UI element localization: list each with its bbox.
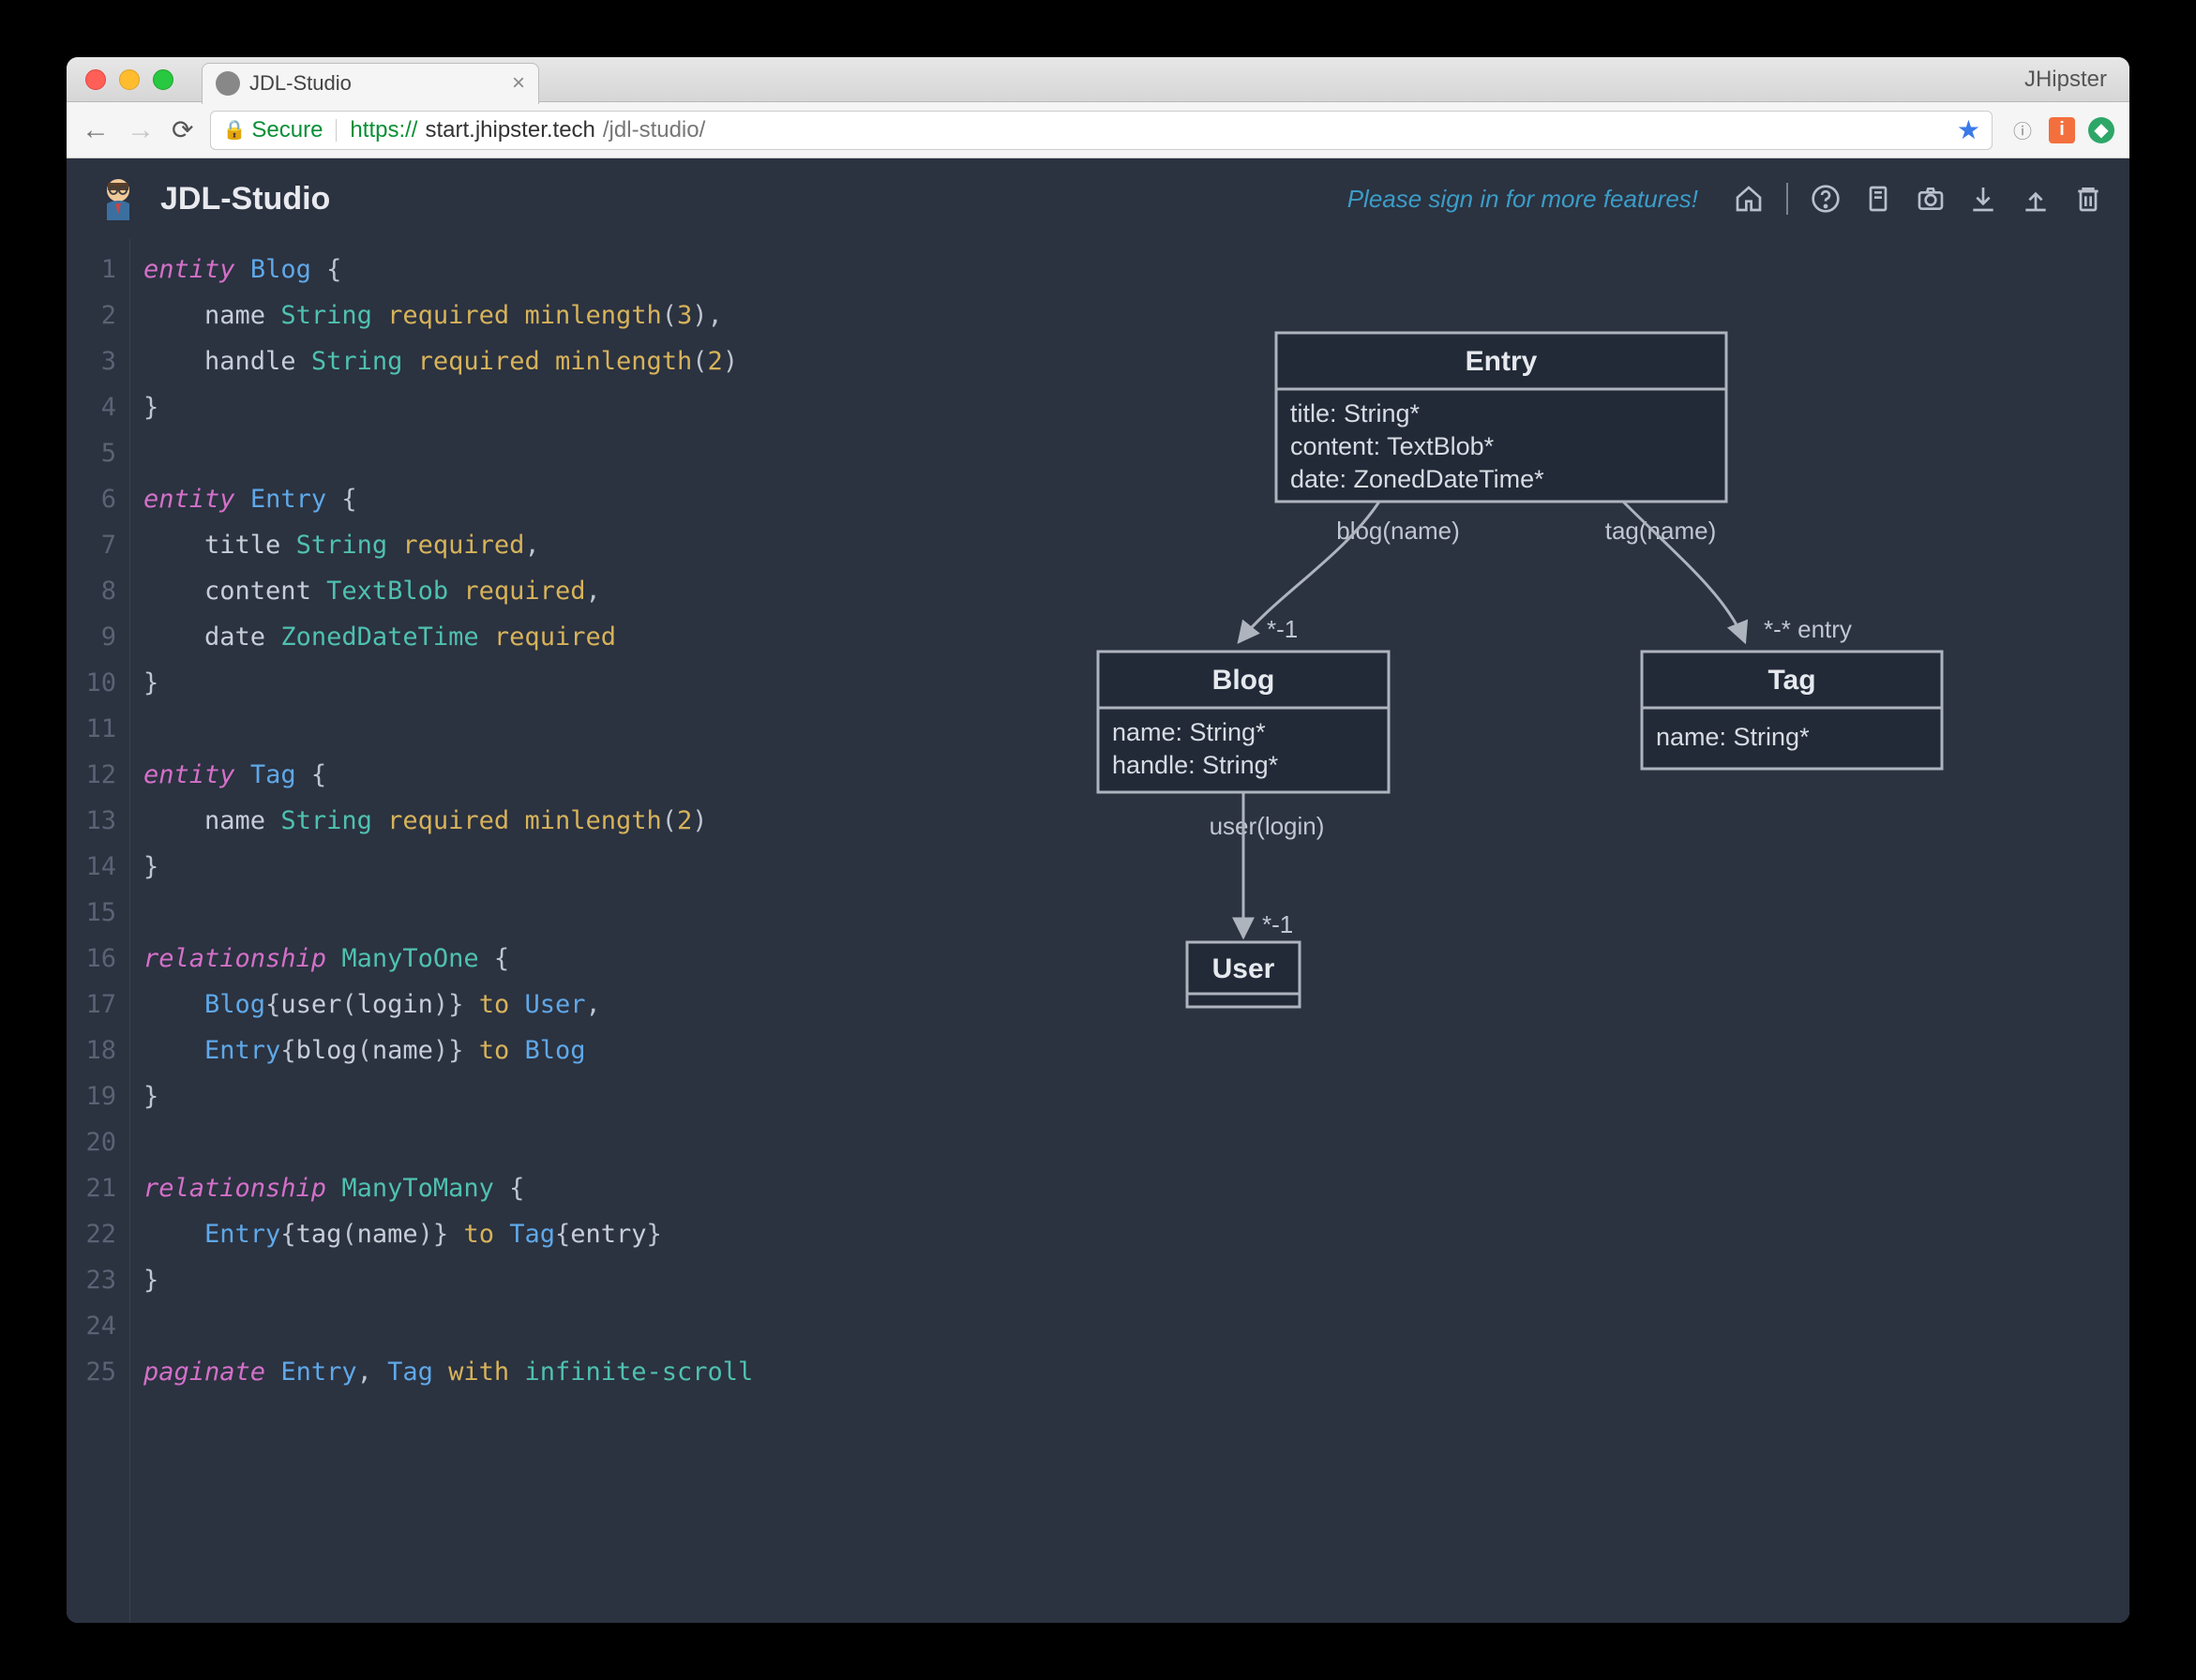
code-editor[interactable]: 1234567891011121314151617181920212223242…	[67, 239, 1004, 1623]
code-line[interactable]	[143, 706, 1004, 752]
tab-title: JDL-Studio	[249, 71, 503, 96]
help-icon[interactable]	[1811, 184, 1841, 214]
code-line[interactable]: }	[143, 660, 1004, 706]
extension-adblock-icon[interactable]: ◆	[2088, 117, 2114, 143]
app-content: 1234567891011121314151617181920212223242…	[67, 239, 2129, 1623]
signin-link[interactable]: Please sign in for more features!	[1347, 185, 1698, 214]
titlebar: JDL-Studio × JHipster	[67, 57, 2129, 102]
url-host: start.jhipster.tech	[425, 117, 594, 143]
line-gutter: 1234567891011121314151617181920212223242…	[67, 239, 130, 1623]
code-line[interactable]: entity Blog {	[143, 247, 1004, 292]
code-line[interactable]: entity Entry {	[143, 476, 1004, 522]
forward-icon[interactable]: →	[127, 114, 155, 146]
code-line[interactable]: handle String required minlength(2)	[143, 338, 1004, 384]
code-line[interactable]: Entry{tag(name)} to Tag{entry}	[143, 1211, 1004, 1257]
app-root: JDL-Studio Please sign in for more featu…	[67, 158, 2129, 1623]
bookmark-star-icon[interactable]: ★	[1957, 114, 1980, 145]
card-tag-label: *-* entry	[1764, 615, 1852, 643]
browser-window: JDL-Studio × JHipster ← → ⟳ 🔒 Secure htt…	[67, 57, 2129, 1623]
upload-icon[interactable]	[2021, 184, 2051, 214]
code-line[interactable]: entity Tag {	[143, 752, 1004, 798]
camera-icon[interactable]	[1916, 184, 1946, 214]
url-separator	[336, 119, 337, 142]
code-line[interactable]: Entry{blog(name)} to Blog	[143, 1028, 1004, 1073]
info-icon[interactable]: ⓘ	[2009, 117, 2036, 143]
svg-text:Blog: Blog	[1212, 665, 1275, 696]
svg-text:name: String*: name: String*	[1112, 718, 1266, 746]
address-bar[interactable]: 🔒 Secure https:// start.jhipster.tech/jdl…	[210, 111, 1993, 150]
svg-text:Tag: Tag	[1767, 665, 1815, 696]
code-line[interactable]	[143, 890, 1004, 936]
code-area[interactable]: entity Blog { name String required minle…	[130, 239, 1004, 1623]
code-line[interactable]	[143, 1119, 1004, 1165]
urlbar: ← → ⟳ 🔒 Secure https:// start.jhipster.te…	[67, 102, 2129, 158]
url-path: /jdl-studio/	[603, 117, 705, 143]
maximize-window-icon[interactable]	[153, 69, 173, 90]
browser-tab[interactable]: JDL-Studio ×	[202, 63, 539, 104]
entity-blog[interactable]: Blog name: String* handle: String*	[1098, 652, 1389, 792]
code-line[interactable]	[143, 430, 1004, 476]
document-icon[interactable]	[1863, 184, 1893, 214]
svg-text:title: String*: title: String*	[1290, 399, 1421, 428]
code-line[interactable]: relationship ManyToOne {	[143, 936, 1004, 982]
secure-indicator: 🔒 Secure	[222, 117, 323, 143]
lock-icon: 🔒	[222, 118, 246, 142]
extension-icons: ⓘ i ◆	[2009, 117, 2114, 143]
extension-icon[interactable]: i	[2049, 117, 2075, 143]
logo-avatar-icon	[93, 173, 143, 224]
rel-user-label: user(login)	[1210, 812, 1325, 840]
back-icon[interactable]: ←	[82, 114, 110, 146]
app-header: JDL-Studio Please sign in for more featu…	[67, 158, 2129, 239]
trash-icon[interactable]	[2073, 184, 2103, 214]
reload-icon[interactable]: ⟳	[172, 114, 193, 145]
watermark-label: JHipster	[2024, 67, 2107, 93]
url-protocol: https://	[350, 117, 417, 143]
code-line[interactable]: }	[143, 1073, 1004, 1119]
close-window-icon[interactable]	[85, 69, 106, 90]
code-line[interactable]: title String required,	[143, 522, 1004, 568]
app-title: JDL-Studio	[160, 181, 330, 218]
entity-tag[interactable]: Tag name: String*	[1642, 652, 1942, 769]
code-line[interactable]: relationship ManyToMany {	[143, 1165, 1004, 1211]
entity-entry[interactable]: Entry title: String* content: TextBlob* …	[1276, 333, 1726, 502]
code-line[interactable]: content TextBlob required,	[143, 568, 1004, 614]
secure-label: Secure	[251, 117, 323, 143]
close-tab-icon[interactable]: ×	[512, 70, 525, 97]
entity-user[interactable]: User	[1187, 942, 1300, 1007]
svg-text:name: String*: name: String*	[1656, 723, 1810, 751]
minimize-window-icon[interactable]	[119, 69, 140, 90]
svg-text:User: User	[1212, 953, 1275, 984]
rel-tag-label: tag(name)	[1605, 517, 1717, 545]
code-line[interactable]	[143, 1303, 1004, 1349]
svg-text:Entry: Entry	[1466, 346, 1538, 377]
window-controls	[67, 69, 173, 90]
code-line[interactable]: name String required minlength(2)	[143, 798, 1004, 844]
code-line[interactable]: date ZonedDateTime required	[143, 614, 1004, 660]
diagram-panel: Entry title: String* content: TextBlob* …	[1004, 239, 2129, 1623]
svg-text:content: TextBlob*: content: TextBlob*	[1290, 432, 1495, 460]
home-icon[interactable]	[1734, 184, 1764, 214]
code-line[interactable]: paginate Entry, Tag with infinite-scroll	[143, 1349, 1004, 1395]
card-blog-label: *-1	[1267, 615, 1298, 643]
download-icon[interactable]	[1968, 184, 1998, 214]
code-line[interactable]: Blog{user(login)} to User,	[143, 982, 1004, 1028]
header-separator	[1786, 183, 1788, 215]
svg-text:handle: String*: handle: String*	[1112, 751, 1279, 779]
favicon-icon	[216, 71, 240, 96]
code-line[interactable]: name String required minlength(3),	[143, 292, 1004, 338]
card-user-label: *-1	[1262, 910, 1293, 938]
code-line[interactable]: }	[143, 1257, 1004, 1303]
code-line[interactable]: }	[143, 384, 1004, 430]
code-line[interactable]: }	[143, 844, 1004, 890]
svg-text:date: ZonedDateTime*: date: ZonedDateTime*	[1290, 465, 1544, 493]
